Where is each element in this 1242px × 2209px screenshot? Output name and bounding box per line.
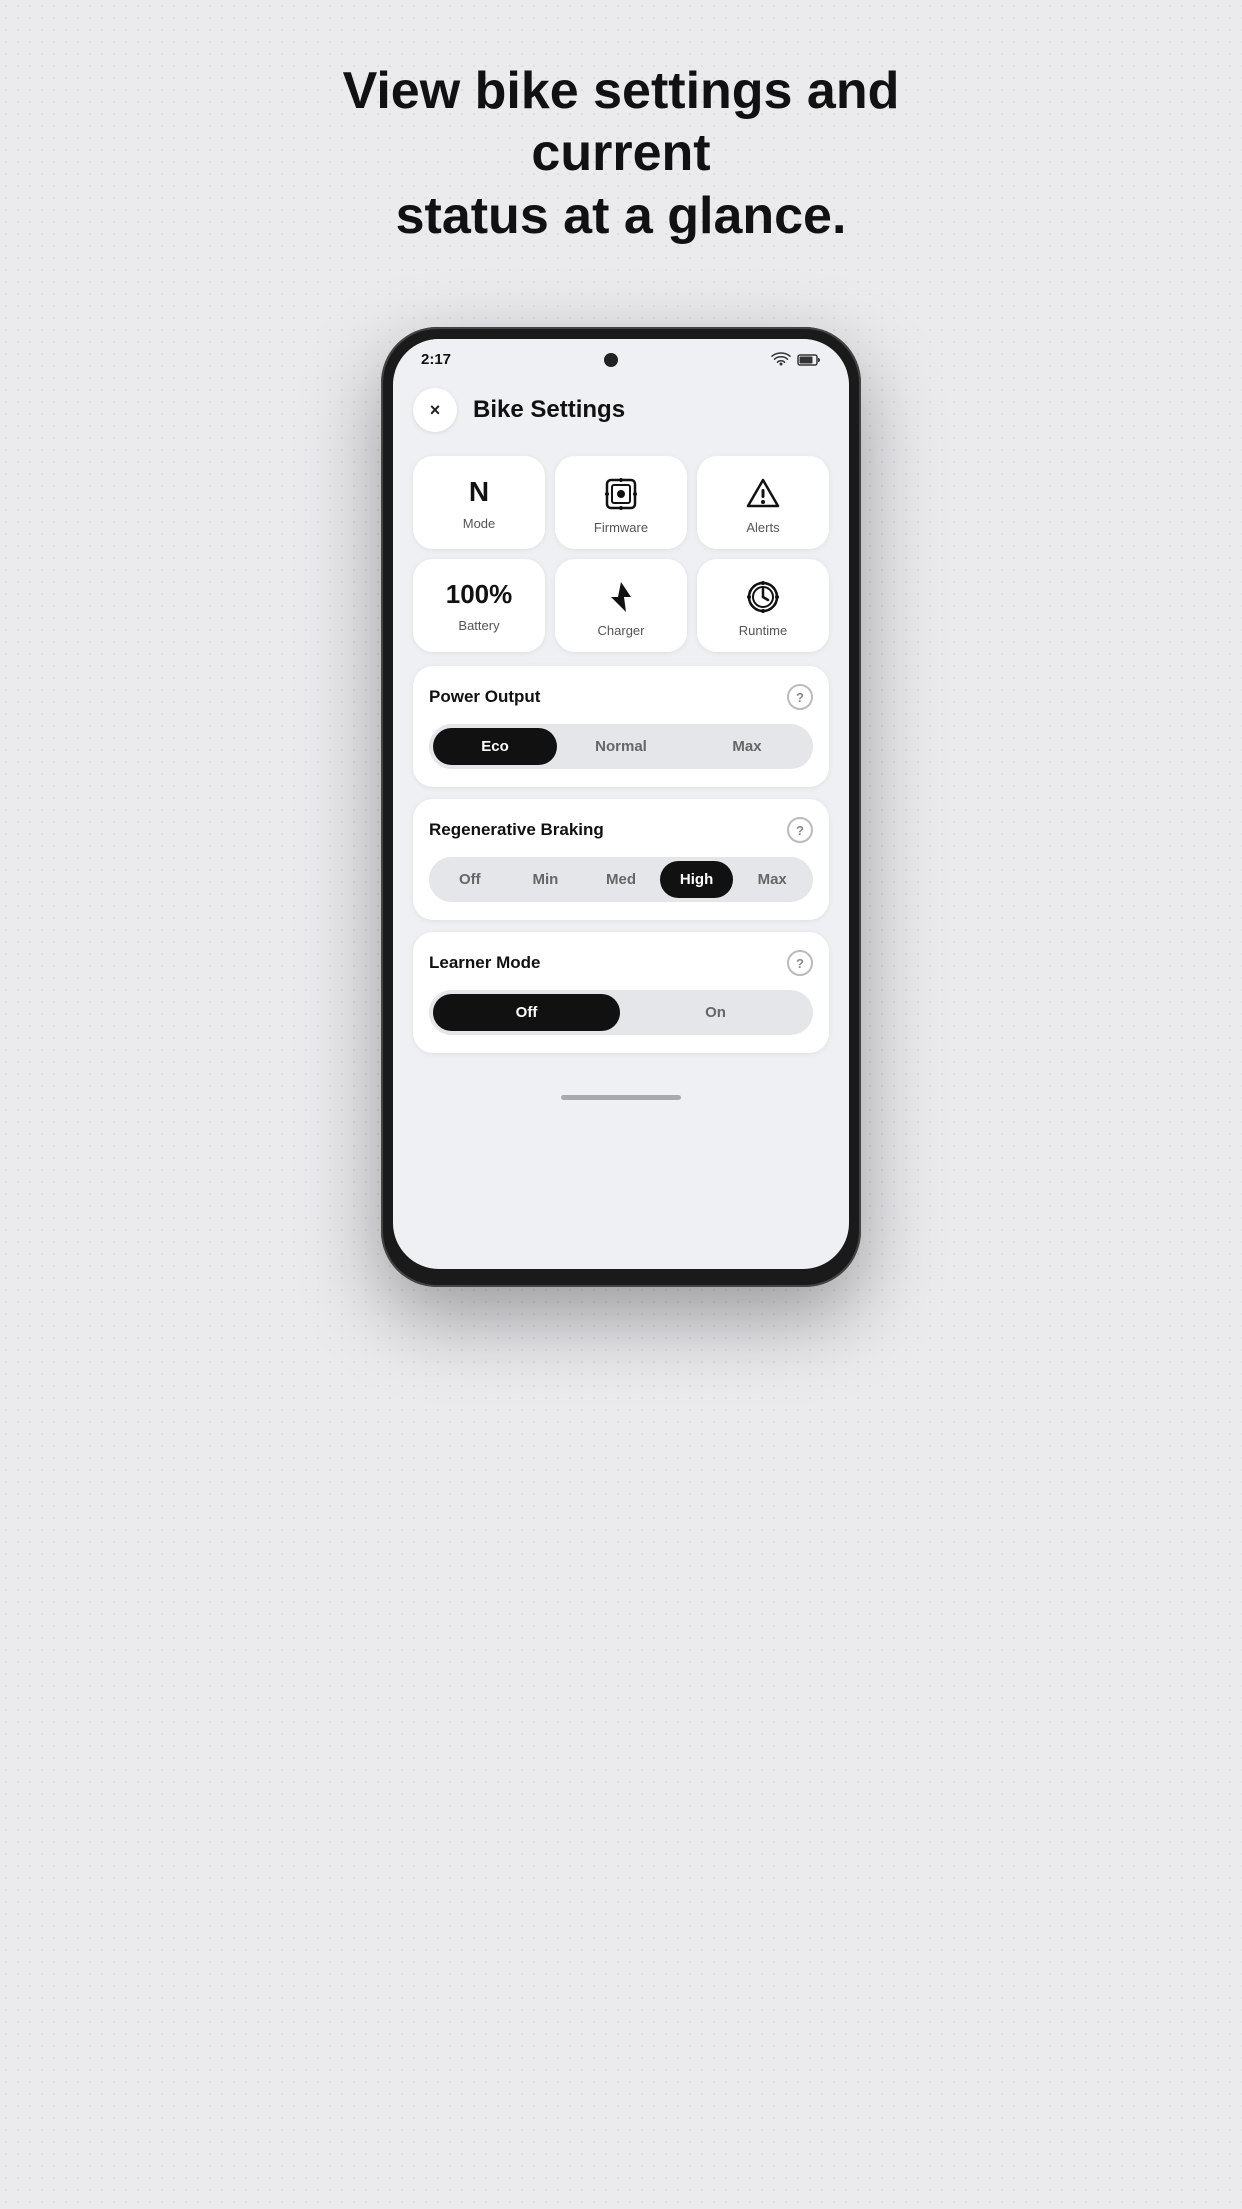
learner-off-option[interactable]: Off	[433, 994, 620, 1031]
regen-braking-panel: Regenerative Braking ? Off Min Med High …	[413, 799, 829, 920]
status-icons	[771, 352, 821, 367]
mode-icon: N	[469, 476, 489, 508]
status-bar: 2:17	[393, 339, 849, 372]
charger-icon	[603, 579, 639, 615]
battery-value: 100%	[446, 579, 513, 610]
learner-on-option[interactable]: On	[622, 994, 809, 1031]
regen-off-option[interactable]: Off	[433, 861, 507, 898]
power-output-help[interactable]: ?	[787, 684, 813, 710]
page-headline: View bike settings and current status at…	[271, 60, 971, 247]
firmware-label: Firmware	[594, 520, 648, 535]
battery-status-icon	[797, 353, 821, 367]
power-eco-option[interactable]: Eco	[433, 728, 557, 765]
app-header: × Bike Settings	[413, 388, 829, 432]
phone-screen: 2:17 ×	[393, 339, 849, 1269]
mode-label: Mode	[463, 516, 496, 531]
learner-mode-help[interactable]: ?	[787, 950, 813, 976]
runtime-icon	[745, 579, 781, 615]
close-button[interactable]: ×	[413, 388, 457, 432]
app-content: × Bike Settings N Mode	[393, 372, 849, 1095]
camera-dot	[604, 353, 618, 367]
firmware-icon	[603, 476, 639, 512]
battery-label: Battery	[458, 618, 499, 633]
runtime-label: Runtime	[739, 623, 787, 638]
regen-braking-toggle: Off Min Med High Max	[429, 857, 813, 902]
cards-grid: N Mode Firmware	[413, 456, 829, 652]
mode-card[interactable]: N Mode	[413, 456, 545, 549]
regen-braking-header: Regenerative Braking ?	[429, 817, 813, 843]
power-output-panel: Power Output ? Eco Normal Max	[413, 666, 829, 787]
regen-high-option[interactable]: High	[660, 861, 734, 898]
phone-shell: 2:17 ×	[381, 327, 861, 1287]
learner-mode-panel: Learner Mode ? Off On	[413, 932, 829, 1053]
battery-card[interactable]: 100% Battery	[413, 559, 545, 652]
regen-braking-title: Regenerative Braking	[429, 820, 604, 840]
alerts-card[interactable]: Alerts	[697, 456, 829, 549]
regen-max-option[interactable]: Max	[735, 861, 809, 898]
power-output-toggle: Eco Normal Max	[429, 724, 813, 769]
app-title: Bike Settings	[473, 396, 625, 424]
status-time: 2:17	[421, 351, 451, 368]
charger-label: Charger	[598, 623, 645, 638]
power-max-option[interactable]: Max	[685, 728, 809, 765]
charger-card[interactable]: Charger	[555, 559, 687, 652]
power-output-header: Power Output ?	[429, 684, 813, 710]
learner-mode-toggle: Off On	[429, 990, 813, 1035]
alerts-icon	[745, 476, 781, 512]
wifi-icon	[771, 352, 791, 367]
regen-med-option[interactable]: Med	[584, 861, 658, 898]
firmware-card[interactable]: Firmware	[555, 456, 687, 549]
power-output-title: Power Output	[429, 687, 540, 707]
learner-mode-title: Learner Mode	[429, 953, 540, 973]
regen-min-option[interactable]: Min	[509, 861, 583, 898]
regen-braking-help[interactable]: ?	[787, 817, 813, 843]
alerts-label: Alerts	[746, 520, 779, 535]
runtime-card[interactable]: Runtime	[697, 559, 829, 652]
home-indicator	[561, 1095, 681, 1100]
power-normal-option[interactable]: Normal	[559, 728, 683, 765]
learner-mode-header: Learner Mode ?	[429, 950, 813, 976]
